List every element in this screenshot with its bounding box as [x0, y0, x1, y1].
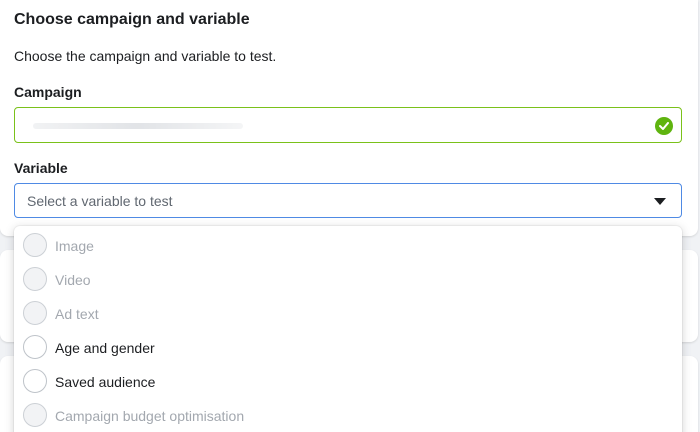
option-age-and-gender[interactable]: Age and gender [14, 330, 682, 364]
option-label: Campaign budget optimisation [55, 408, 245, 424]
variable-label: Variable [14, 160, 68, 176]
choose-campaign-card: Choose campaign and variable Choose the … [0, 0, 698, 236]
card-title: Choose campaign and variable [14, 11, 250, 28]
radio-icon [23, 301, 47, 325]
variable-dropdown-menu: Image Video Ad text Age and gender Saved… [14, 226, 682, 432]
radio-icon [23, 335, 47, 359]
campaign-value-redacted [33, 123, 243, 129]
campaign-input[interactable] [14, 107, 682, 143]
option-label: Video [55, 272, 91, 288]
radio-icon [23, 403, 47, 427]
option-video[interactable]: Video [14, 262, 682, 296]
option-campaign-budget-optimisation[interactable]: Campaign budget optimisation [14, 398, 682, 432]
option-image[interactable]: Image [14, 228, 682, 262]
radio-icon [23, 233, 47, 257]
variable-select-placeholder: Select a variable to test [27, 193, 173, 209]
option-label: Saved audience [55, 374, 156, 390]
option-label: Age and gender [55, 340, 155, 356]
page: Choose campaign and variable Choose the … [0, 0, 700, 432]
option-ad-text[interactable]: Ad text [14, 296, 682, 330]
option-label: Ad text [55, 306, 99, 322]
variable-select[interactable]: Select a variable to test [14, 183, 682, 218]
caret-down-icon [654, 198, 666, 205]
radio-icon [23, 267, 47, 291]
campaign-label: Campaign [14, 84, 82, 100]
radio-icon [23, 369, 47, 393]
card-description: Choose the campaign and variable to test… [14, 48, 277, 64]
option-saved-audience[interactable]: Saved audience [14, 364, 682, 398]
option-label: Image [55, 238, 94, 254]
check-circle-icon [655, 117, 673, 135]
